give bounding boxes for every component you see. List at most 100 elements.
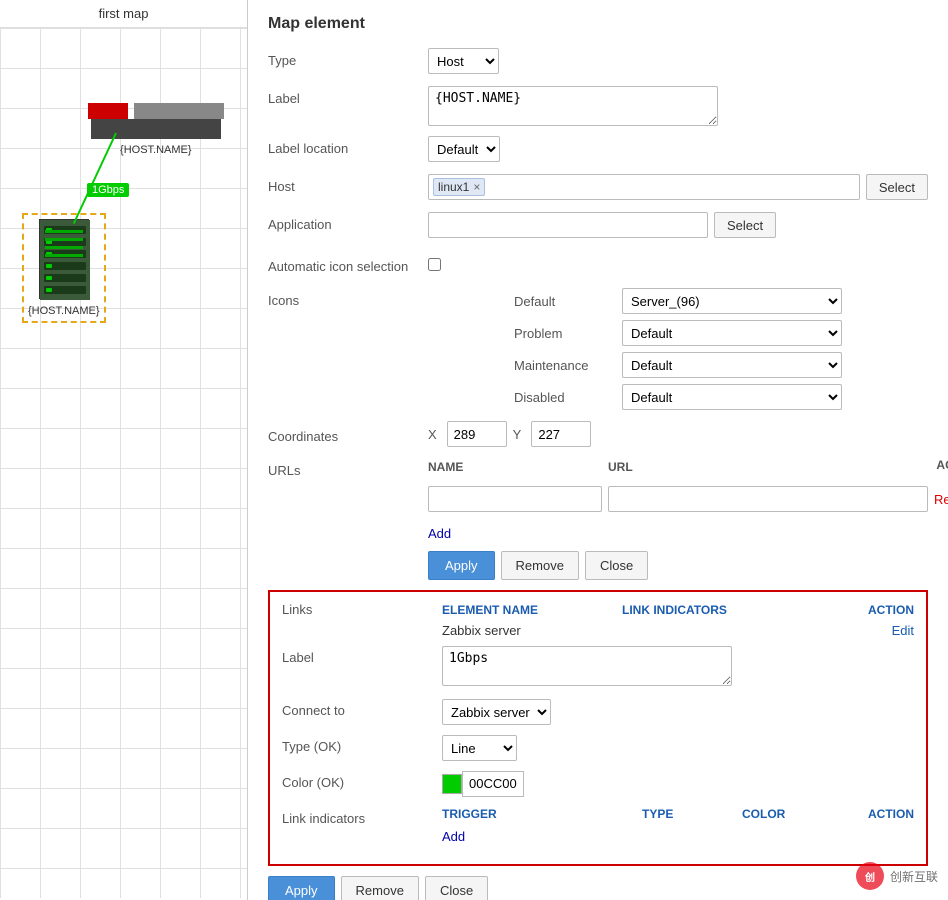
type-ok-row: Type (OK) Line Bold Dotted Dashed [282, 735, 914, 761]
application-row: Application Select [268, 212, 928, 240]
watermark-icon-text: 创 [865, 869, 875, 884]
url-url-col-header: URL [608, 458, 912, 476]
auto-icon-label: Automatic icon selection [268, 254, 428, 274]
x-input[interactable] [447, 421, 507, 447]
type-ok-control: Line Bold Dotted Dashed [442, 735, 517, 761]
auto-icon-control [428, 258, 928, 271]
link-label-field-label: Label [282, 646, 442, 665]
type-row: Type Host Trigger Image Map [268, 48, 928, 76]
url-name-input[interactable] [428, 486, 602, 512]
icon-problem-select[interactable]: Default [622, 320, 842, 346]
auto-icon-checkbox[interactable] [428, 258, 441, 271]
bottom-remove-button[interactable]: Remove [341, 876, 419, 900]
map-panel: first map {HOST.NAME} 1Gbps [0, 0, 248, 900]
map-title: first map [0, 0, 247, 28]
links-indicators-col: LINK INDICATORS [622, 603, 844, 617]
top-apply-button[interactable]: Apply [428, 551, 495, 580]
link-label-row: Label 1Gbps [282, 646, 914, 689]
icon-default-label: Default [514, 294, 614, 309]
label-location-control: Default Top Bottom Left Right [428, 136, 928, 162]
links-row-action: Edit [844, 623, 914, 638]
host-row: Host linux1 × Select [268, 174, 928, 202]
x-label: X [428, 427, 437, 442]
color-ok-control: 00CC00 [442, 771, 524, 797]
icons-row: Icons Default Server_(96) Default Proble… [268, 288, 928, 410]
label-location-select[interactable]: Default Top Bottom Left Right [428, 136, 500, 162]
coords-control: X Y [428, 421, 928, 447]
host-select-button[interactable]: Select [866, 174, 928, 200]
color-ok-swatch[interactable] [442, 774, 462, 794]
host-input-container[interactable]: linux1 × [428, 174, 860, 200]
type-select[interactable]: Host Trigger Image Map [428, 48, 499, 74]
ind-trigger-col: TRIGGER [442, 807, 642, 821]
ind-type-col: TYPE [642, 807, 742, 821]
label-row: Label {HOST.NAME} [268, 86, 928, 126]
icons-block: Default Server_(96) Default Problem Defa… [428, 288, 928, 410]
url-url-input[interactable] [608, 486, 928, 512]
ind-action-col: ACTION [842, 807, 914, 821]
url-remove-link[interactable]: Remove [934, 492, 948, 507]
watermark: 创 创新互联 [856, 862, 938, 890]
coords-row: Coordinates X Y [268, 420, 928, 448]
url-add-link[interactable]: Add [428, 526, 451, 541]
application-control: Select [428, 212, 928, 238]
links-data-row: Zabbix server Edit [282, 623, 914, 638]
icon-default-select[interactable]: Server_(96) Default [622, 288, 842, 314]
auto-icon-row: Automatic icon selection [268, 250, 928, 278]
indicators-add-link[interactable]: Add [442, 829, 465, 844]
application-label: Application [268, 212, 428, 232]
server-icon [39, 219, 89, 299]
connect-to-select[interactable]: Zabbix server [442, 699, 551, 725]
label-control: {HOST.NAME} [428, 86, 928, 126]
y-input[interactable] [531, 421, 591, 447]
url-name-col-header: NAME [428, 458, 608, 476]
links-action-col: ACTION [844, 603, 914, 617]
icon-disabled-select[interactable]: Default [622, 384, 842, 410]
type-ok-label: Type (OK) [282, 735, 442, 754]
bottom-btn-row: Apply Remove Close [268, 876, 928, 900]
link-label-textarea[interactable]: 1Gbps [442, 646, 732, 686]
indicators-header: TRIGGER TYPE COLOR ACTION [442, 807, 914, 821]
link-indicators-control: TRIGGER TYPE COLOR ACTION Add [442, 807, 914, 844]
label-textarea[interactable]: {HOST.NAME} [428, 86, 718, 126]
icon-default-row: Default Server_(96) Default [514, 288, 842, 314]
type-control: Host Trigger Image Map [428, 48, 928, 74]
color-ok-label: Color (OK) [282, 771, 442, 790]
icon-problem-label: Problem [514, 326, 614, 341]
y-label: Y [513, 427, 522, 442]
icon-disabled-label: Disabled [514, 390, 614, 405]
links-section: Links ELEMENT NAME LINK INDICATORS ACTIO… [268, 590, 928, 866]
url-row: Remove [428, 486, 948, 512]
urls-label: URLs [268, 458, 428, 478]
bottom-close-button[interactable]: Close [425, 876, 488, 900]
icon-problem-row: Problem Default [514, 320, 842, 346]
icons-label: Icons [268, 288, 428, 308]
icon-maintenance-select[interactable]: Default [622, 352, 842, 378]
connect-to-control: Zabbix server [442, 699, 551, 725]
type-label: Type [268, 48, 428, 68]
links-header-row: Links ELEMENT NAME LINK INDICATORS ACTIO… [282, 602, 914, 617]
bottom-apply-button[interactable]: Apply [268, 876, 335, 900]
host-label: Host [268, 174, 428, 194]
map-element-host2[interactable]: {HOST.NAME} [22, 213, 106, 323]
watermark-text: 创新互联 [890, 868, 938, 885]
label-location-label: Label location [268, 136, 428, 156]
connect-to-row: Connect to Zabbix server [282, 699, 914, 725]
host-tag: linux1 × [433, 178, 485, 196]
application-input[interactable] [428, 212, 708, 238]
host-tag-remove[interactable]: × [473, 180, 480, 194]
host2-label: {HOST.NAME} [28, 305, 100, 317]
urls-control: NAME URL ACTION Remove Add [428, 458, 948, 541]
link-indicators-row: Link indicators TRIGGER TYPE COLOR ACTIO… [282, 807, 914, 844]
connect-to-label: Connect to [282, 699, 442, 718]
icon-disabled-row: Disabled Default [514, 384, 842, 410]
link-label-control: 1Gbps [442, 646, 732, 689]
top-close-button[interactable]: Close [585, 551, 648, 580]
coords-label: Coordinates [268, 424, 428, 444]
links-edit-link[interactable]: Edit [892, 623, 914, 638]
top-remove-button[interactable]: Remove [501, 551, 579, 580]
type-ok-select[interactable]: Line Bold Dotted Dashed [442, 735, 517, 761]
icon-maintenance-label: Maintenance [514, 358, 614, 373]
form-title: Map element [268, 15, 928, 33]
application-select-button[interactable]: Select [714, 212, 776, 238]
